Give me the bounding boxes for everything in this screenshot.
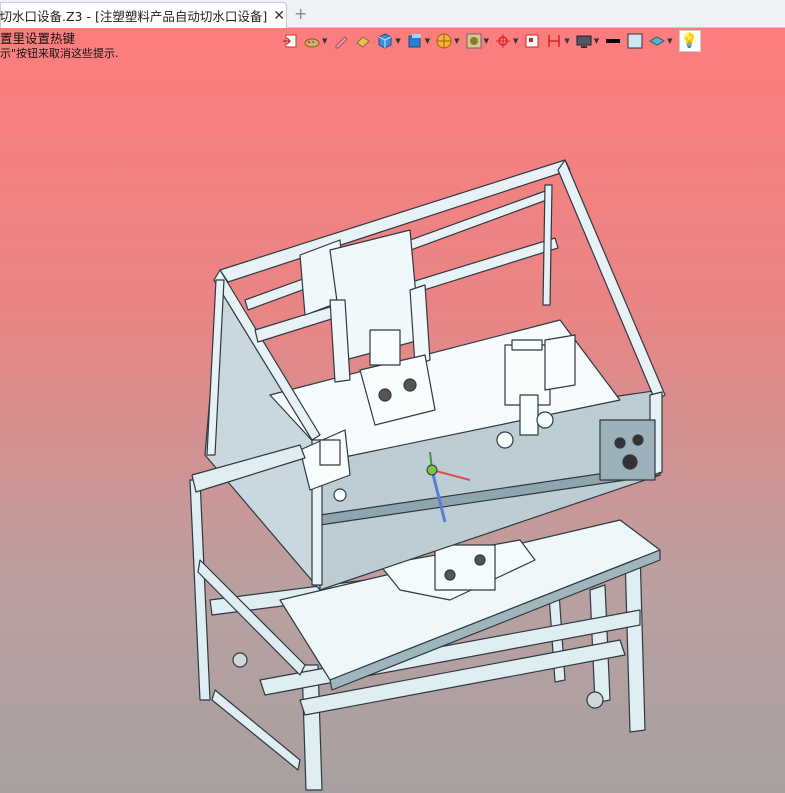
line-color-button[interactable] xyxy=(605,30,621,52)
paint-icon xyxy=(304,38,320,48)
eraser-button[interactable] xyxy=(355,30,371,52)
dimension-icon xyxy=(548,35,561,47)
frame-icon xyxy=(525,34,539,48)
chevron-down-icon: ▼ xyxy=(322,37,328,45)
control-panel xyxy=(599,419,656,481)
chevron-down-icon: ▼ xyxy=(483,37,489,45)
hint-line-1: 置里设置热键 xyxy=(0,31,76,46)
view-toolbar: ▼ ▼ ▼ ▼ ▼ ▼ ▼ ▼ ▼ 💡 xyxy=(282,29,785,53)
document-tab-bar: 动切水口设备.Z3 - [注塑塑料产品自动切水口设备] ✕ + xyxy=(0,0,785,28)
display-icon xyxy=(576,35,592,48)
chevron-down-icon: ▼ xyxy=(424,37,431,45)
cad-3d-viewport[interactable] xyxy=(0,62,785,793)
pencil-button[interactable] xyxy=(333,30,349,52)
paint-button[interactable]: ▼ xyxy=(304,30,327,52)
line-color-icon xyxy=(606,39,621,43)
cube-button[interactable]: ▼ xyxy=(377,30,401,52)
shaded-cube-button[interactable]: ▼ xyxy=(407,30,430,52)
axis-button[interactable]: ▼ xyxy=(495,30,518,52)
exit-icon xyxy=(283,34,297,48)
chevron-down-icon: ▼ xyxy=(395,37,401,45)
display-button[interactable]: ▼ xyxy=(576,30,599,52)
chevron-down-icon: ▼ xyxy=(593,37,600,45)
hotkey-hint: 置里设置热键 示"按钮来取消这些提示. xyxy=(0,31,119,61)
close-tab-icon[interactable]: ✕ xyxy=(273,8,285,24)
chevron-down-icon: ▼ xyxy=(512,37,519,45)
bulb-button[interactable]: 💡 xyxy=(678,30,701,52)
section-icon xyxy=(436,33,452,49)
cube-icon xyxy=(378,33,392,49)
surface-icon xyxy=(466,33,482,49)
chevron-down-icon: ▼ xyxy=(564,37,570,45)
layer-icon xyxy=(649,36,666,46)
shaded-cube-icon xyxy=(408,34,421,48)
fill-color-button[interactable] xyxy=(627,30,643,52)
surface-button[interactable]: ▼ xyxy=(466,30,489,52)
chevron-down-icon: ▼ xyxy=(667,37,673,45)
layer-button[interactable]: ▼ xyxy=(649,30,673,52)
bulb-icon: 💡 xyxy=(680,33,699,49)
hint-line-2: 示"按钮来取消这些提示. xyxy=(0,47,119,60)
document-tab[interactable]: 动切水口设备.Z3 - [注塑塑料产品自动切水口设备] ✕ xyxy=(0,2,287,28)
fill-color-icon xyxy=(627,33,643,49)
document-tab-title: 动切水口设备.Z3 - [注塑塑料产品自动切水口设备] xyxy=(0,9,268,24)
section-button[interactable]: ▼ xyxy=(436,30,460,52)
new-tab-button[interactable]: + xyxy=(294,4,307,23)
exit-button[interactable] xyxy=(282,30,298,52)
pencil-icon xyxy=(335,36,349,49)
machine-model xyxy=(189,159,666,791)
axis-icon xyxy=(495,34,510,48)
dimension-button[interactable]: ▼ xyxy=(546,30,570,52)
eraser-icon xyxy=(356,36,371,48)
frame-button[interactable] xyxy=(524,30,540,52)
chevron-down-icon: ▼ xyxy=(454,37,460,45)
